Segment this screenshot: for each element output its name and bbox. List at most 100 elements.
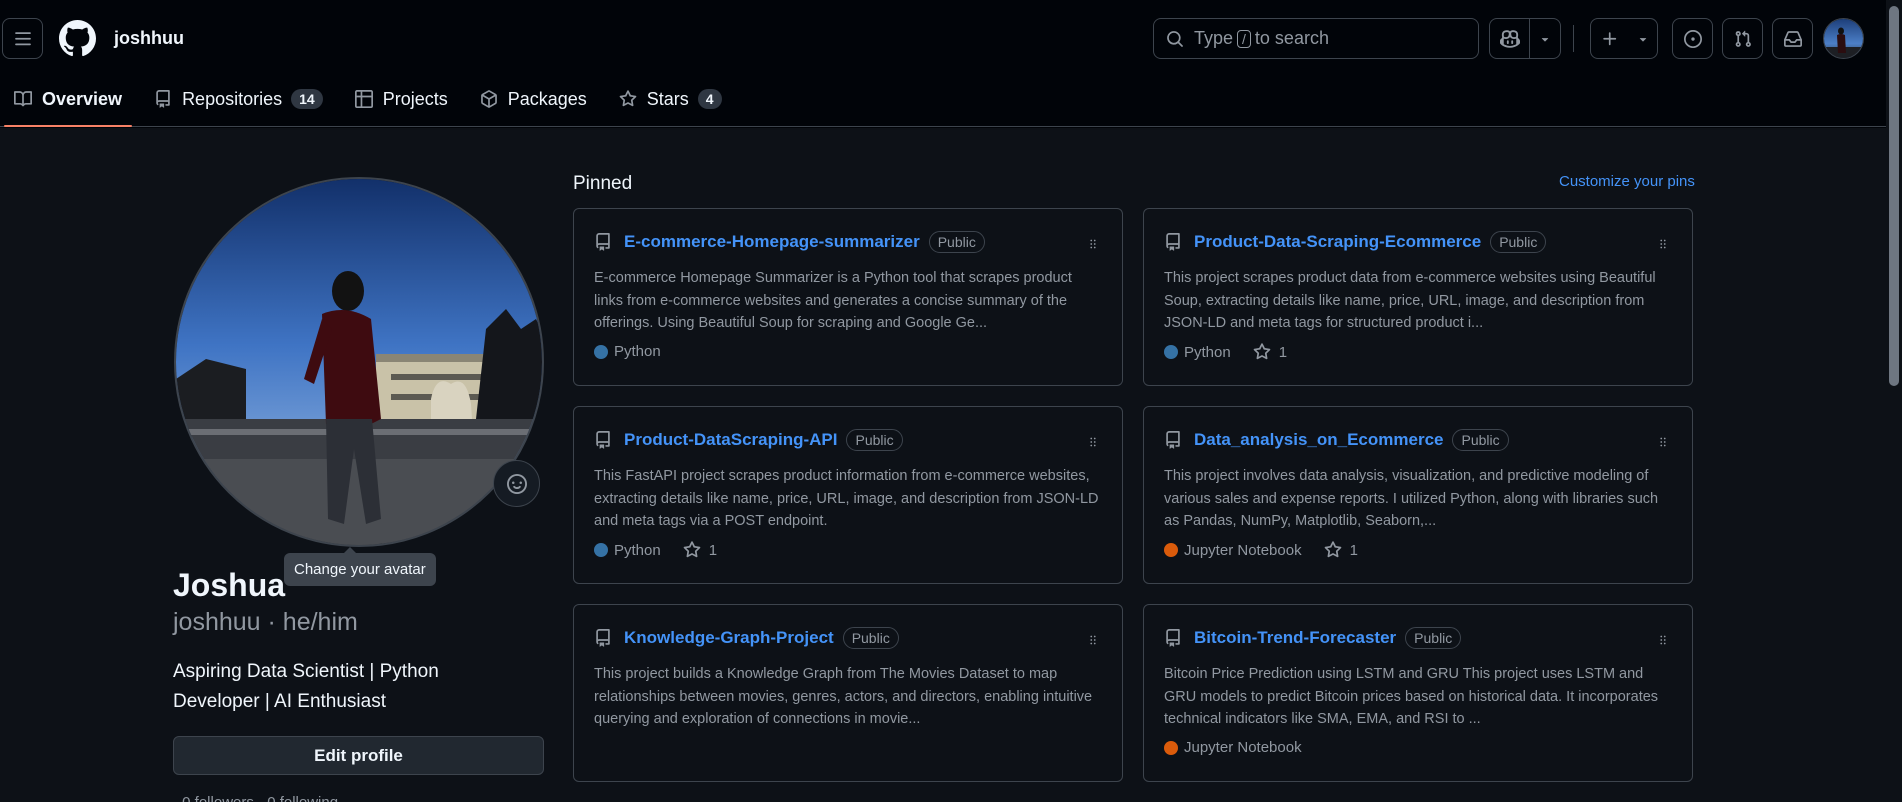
- visibility-badge: Public: [1490, 231, 1547, 253]
- package-icon: [480, 90, 497, 108]
- tab-repositories[interactable]: Repositories 14: [140, 82, 337, 116]
- repo-count-badge: 14: [291, 89, 323, 109]
- top-header: joshhuu Type / to search Overview Reposi…: [0, 0, 1886, 127]
- repo-icon: [1166, 431, 1180, 449]
- drag-handle[interactable]: [1656, 237, 1670, 256]
- scrollbar-thumb[interactable]: [1889, 6, 1899, 386]
- search-placeholder-suffix: to search: [1254, 28, 1329, 48]
- repo-description: This FastAPI project scrapes product inf…: [594, 468, 1099, 529]
- tab-overview[interactable]: Overview: [0, 82, 136, 127]
- pinned-repo-card: Product-Data-Scraping-Ecommerce Public T…: [1143, 208, 1693, 386]
- language-label: Python: [614, 541, 661, 559]
- repo-name-link[interactable]: Knowledge-Graph-Project: [624, 628, 834, 648]
- repo-name-link[interactable]: Product-Data-Scraping-Ecommerce: [1194, 232, 1481, 252]
- tab-projects[interactable]: Projects: [341, 82, 462, 116]
- star-count: 1: [1349, 541, 1358, 559]
- search-input[interactable]: Type / to search: [1153, 18, 1479, 59]
- inbox-button[interactable]: [1772, 18, 1813, 59]
- pinned-repo-card: Product-DataScraping-API Public This Fas…: [573, 406, 1123, 584]
- repo-language: Python: [594, 542, 661, 559]
- repo-icon: [596, 233, 610, 251]
- repo-meta: Jupyter Notebook 1: [1164, 541, 1358, 559]
- github-logo-icon[interactable]: [58, 20, 96, 57]
- followers-line: · 0 followers · 0 following: [173, 794, 338, 802]
- header-divider: [1573, 25, 1574, 52]
- repo-language: Jupyter Notebook: [1164, 739, 1302, 756]
- hamburger-icon: [14, 31, 31, 45]
- drag-handle[interactable]: [1656, 435, 1670, 454]
- search-placeholder-prefix: Type: [1194, 28, 1234, 48]
- repo-meta: Python: [594, 343, 661, 360]
- repo-name-link[interactable]: Bitcoin-Trend-Forecaster: [1194, 628, 1396, 648]
- drag-handle[interactable]: [1086, 435, 1100, 454]
- customize-pins-link[interactable]: Customize your pins: [1559, 173, 1695, 190]
- grabber-icon: [1660, 437, 1666, 447]
- header-username[interactable]: joshhuu: [114, 28, 184, 49]
- tab-label: Stars: [646, 88, 689, 109]
- repo-description: E-commerce Homepage Summarizer is a Pyth…: [594, 270, 1072, 331]
- repo-stars-link[interactable]: 1: [1253, 343, 1287, 361]
- visibility-badge: Public: [842, 627, 899, 649]
- edit-profile-button[interactable]: Edit profile: [173, 736, 544, 775]
- repo-language: Python: [594, 343, 661, 360]
- repo-description: Bitcoin Price Prediction using LSTM and …: [1164, 666, 1659, 727]
- language-label: Python: [614, 343, 661, 360]
- avatar: [1824, 19, 1863, 58]
- book-icon: [14, 91, 32, 107]
- user-avatar-menu[interactable]: [1823, 18, 1864, 59]
- tab-label: Overview: [42, 88, 123, 109]
- tab-stars[interactable]: Stars 4: [605, 82, 736, 116]
- copilot-button[interactable]: [1490, 19, 1530, 58]
- change-avatar-button[interactable]: [493, 460, 540, 507]
- card-header: Bitcoin-Trend-Forecaster Public: [1164, 627, 1462, 649]
- language-color-dot: [1164, 345, 1178, 359]
- create-dropdown-area: [1629, 19, 1657, 58]
- page-scrollbar[interactable]: [1886, 0, 1902, 802]
- language-label: Jupyter Notebook: [1184, 739, 1302, 756]
- repo-language: Python: [1164, 344, 1231, 361]
- drag-handle[interactable]: [1086, 633, 1100, 652]
- card-header: Knowledge-Graph-Project Public: [594, 627, 899, 649]
- visibility-badge: Public: [846, 429, 903, 451]
- repo-description: This project involves data analysis, vis…: [1164, 468, 1659, 529]
- profile-avatar[interactable]: [174, 177, 544, 547]
- copilot-dropdown-button[interactable]: [1530, 19, 1560, 58]
- tab-label: Packages: [507, 88, 587, 109]
- card-header: Product-Data-Scraping-Ecommerce Public: [1164, 231, 1547, 253]
- drag-handle[interactable]: [1086, 237, 1100, 256]
- create-new-button[interactable]: [1590, 18, 1658, 59]
- repo-meta: Jupyter Notebook: [1164, 739, 1302, 756]
- grabber-icon: [1660, 239, 1666, 249]
- language-label: Jupyter Notebook: [1184, 541, 1302, 559]
- repo-name-link[interactable]: Data_analysis_on_Ecommerce: [1194, 430, 1443, 450]
- grabber-icon: [1090, 239, 1096, 249]
- menu-button[interactable]: [2, 18, 43, 59]
- drag-handle[interactable]: [1656, 633, 1670, 652]
- pinned-repo-card: Bitcoin-Trend-Forecaster Public Bitcoin …: [1143, 604, 1693, 782]
- plus-area: [1591, 19, 1629, 58]
- repo-stars-link[interactable]: 1: [1324, 541, 1358, 559]
- star-icon: [683, 541, 701, 558]
- repo-stars-link[interactable]: 1: [683, 541, 717, 559]
- pull-requests-button[interactable]: [1722, 18, 1763, 59]
- card-header: Product-DataScraping-API Public: [594, 429, 903, 451]
- repo-description: This project scrapes product data from e…: [1164, 270, 1656, 331]
- issues-button[interactable]: [1672, 18, 1713, 59]
- repo-name-link[interactable]: E-commerce-Homepage-summarizer: [624, 232, 920, 252]
- pinned-repo-card: Knowledge-Graph-Project Public This proj…: [573, 604, 1123, 782]
- language-color-dot: [1164, 740, 1178, 755]
- tab-label: Projects: [382, 88, 448, 109]
- profile-login-pronouns: joshhuu · he/him: [173, 608, 358, 636]
- grabber-icon: [1660, 635, 1666, 645]
- copilot-icon: [1499, 29, 1520, 48]
- grabber-icon: [1090, 635, 1096, 645]
- triangle-down-icon: [1541, 37, 1549, 42]
- visibility-badge: Public: [1405, 627, 1462, 649]
- visibility-badge: Public: [1452, 429, 1509, 451]
- repo-language: Jupyter Notebook: [1164, 542, 1302, 559]
- issue-opened-icon: [1683, 29, 1702, 48]
- tab-packages[interactable]: Packages: [466, 82, 601, 116]
- repo-name-link[interactable]: Product-DataScraping-API: [624, 430, 837, 450]
- avatar-tooltip: Change your avatar: [284, 547, 436, 586]
- star-icon: [1324, 541, 1341, 558]
